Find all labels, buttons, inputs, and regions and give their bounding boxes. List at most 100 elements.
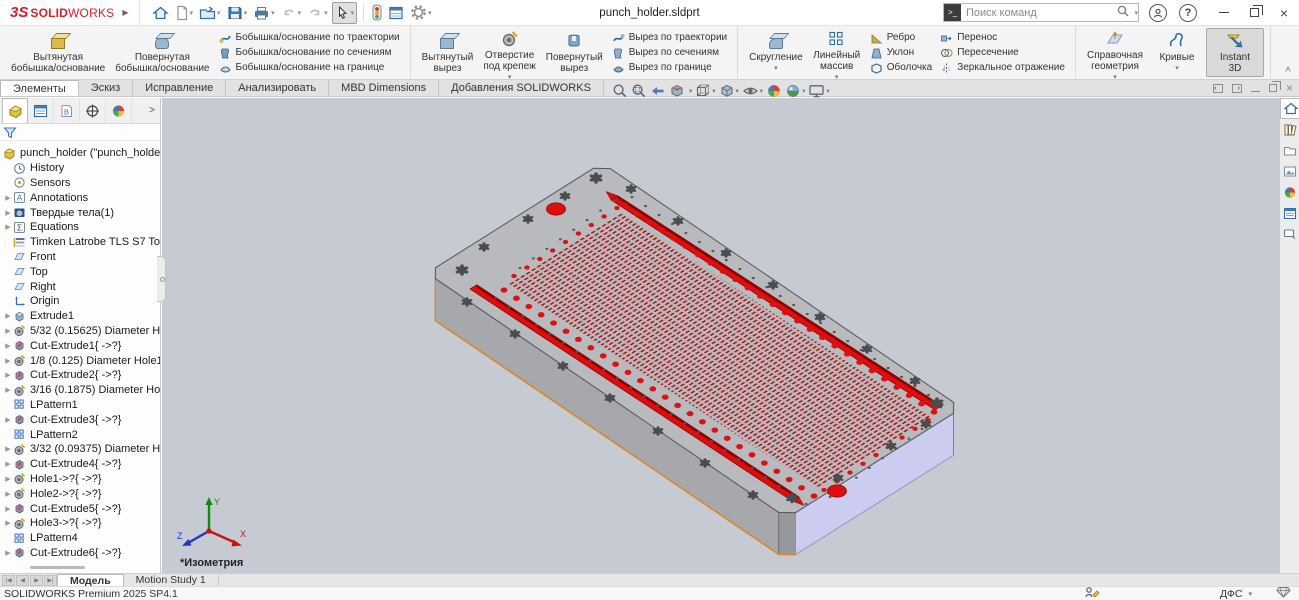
- tree-item-cut-extrude6[interactable]: ▶Cut-Extrude6{ ->?}: [0, 546, 160, 561]
- open-button[interactable]: ▾: [197, 2, 223, 24]
- expand-arrow[interactable]: ▶: [3, 357, 13, 365]
- extruded-cut-button[interactable]: Вытянутый вырез: [417, 28, 479, 77]
- featuremanager-tree-tab[interactable]: [2, 98, 28, 123]
- tree-item-right[interactable]: Right: [0, 279, 160, 294]
- tree-item-sensors[interactable]: Sensors: [0, 176, 160, 191]
- intersect-button[interactable]: Пересечение: [940, 45, 1065, 60]
- file-explorer-icon[interactable]: [1280, 140, 1299, 161]
- tab-scroll-buttons[interactable]: |◀ ◀ ▶ ▶|: [0, 574, 57, 586]
- tree-item-cut-extrude4[interactable]: ▶Cut-Extrude4{ ->?}: [0, 457, 160, 472]
- section-view-icon[interactable]: [669, 83, 685, 99]
- tree-item-equations[interactable]: ▶ΣEquations: [0, 220, 160, 235]
- tree-item-3-16-0-1875-diameter-hole1[interactable]: ▶3/16 (0.1875) Diameter Hole1->?{: [0, 383, 160, 398]
- expand-arrow[interactable]: ▶: [3, 549, 13, 557]
- model-tab[interactable]: Модель: [57, 574, 124, 586]
- expand-arrow[interactable]: ▶: [3, 327, 13, 335]
- move-button[interactable]: Перенос: [940, 30, 1065, 45]
- restore-button[interactable]: [1239, 1, 1269, 25]
- first-tab-button[interactable]: |◀: [2, 575, 15, 586]
- user-account-icon[interactable]: [1149, 4, 1167, 22]
- edit-appearance-icon[interactable]: [766, 83, 782, 99]
- swept-cut-button[interactable]: Вырез по траектории: [612, 30, 727, 45]
- section-dropdown-icon[interactable]: ▾: [688, 87, 692, 95]
- redo-button[interactable]: ▾: [305, 2, 330, 24]
- view-orientation-icon[interactable]: ▾: [695, 83, 715, 99]
- tree-item-lpattern2[interactable]: LPattern2: [0, 427, 160, 442]
- tree-item-3-32-0-09375-diameter-hole1[interactable]: ▶3/32 (0.09375) Diameter Hole1->?: [0, 442, 160, 457]
- save-button[interactable]: ▾: [225, 2, 250, 24]
- tab-evaluate[interactable]: Анализировать: [226, 80, 329, 96]
- minimize-button[interactable]: [1209, 1, 1239, 25]
- tree-item-hole1[interactable]: ▶Hole1->?{ ->?}: [0, 472, 160, 487]
- zoom-to-fit-icon[interactable]: [612, 83, 628, 99]
- tab-repair[interactable]: Исправление: [133, 80, 226, 96]
- boundary-cut-button[interactable]: Вырез по границе: [612, 60, 727, 75]
- linear-pattern-button[interactable]: Линейный массив ▾: [808, 28, 866, 77]
- expand-arrow[interactable]: ▶: [3, 519, 13, 527]
- forum-icon[interactable]: [1280, 224, 1299, 245]
- expand-arrow[interactable]: ▶: [3, 194, 13, 202]
- extruded-boss-button[interactable]: Вытянутая бобышка/основание: [6, 28, 110, 77]
- tree-item-hole3[interactable]: ▶Hole3->?{ ->?}: [0, 516, 160, 531]
- search-magnifier-icon[interactable]: [1116, 4, 1130, 21]
- tree-item-extrude1[interactable]: ▶Extrude1: [0, 309, 160, 324]
- expand-arrow[interactable]: ▶: [3, 371, 13, 379]
- display-settings-button[interactable]: [386, 2, 406, 24]
- tab-sketch[interactable]: Эскиз: [79, 80, 133, 96]
- home-button[interactable]: [150, 2, 171, 24]
- design-library-icon[interactable]: [1280, 119, 1299, 140]
- close-button[interactable]: ×: [1269, 1, 1299, 25]
- zoom-to-area-icon[interactable]: [631, 83, 647, 99]
- command-search-box[interactable]: >_ Поиск команд ▾: [943, 3, 1139, 22]
- doc-restore-icon[interactable]: [1269, 84, 1277, 92]
- custom-properties-icon[interactable]: [1280, 203, 1299, 224]
- fillet-button[interactable]: Скругление ▾: [744, 28, 808, 77]
- rib-button[interactable]: Ребро: [870, 30, 933, 45]
- previous-view-icon[interactable]: [650, 83, 666, 99]
- instant-3d-button[interactable]: Instant 3D: [1206, 28, 1264, 77]
- expand-arrow[interactable]: ▶: [3, 312, 13, 320]
- doc-close-icon[interactable]: ×: [1286, 82, 1293, 94]
- tab-solidworks-addins[interactable]: Добавления SOLIDWORKS: [439, 80, 604, 96]
- pane-left-icon[interactable]: [1213, 84, 1223, 93]
- tab-features[interactable]: Элементы: [0, 80, 79, 96]
- expand-arrow[interactable]: ▶: [3, 445, 13, 453]
- swept-boss-button[interactable]: Бобышка/основание по траектории: [219, 30, 400, 45]
- tree-item-cut-extrude2[interactable]: ▶Cut-Extrude2{ ->?}: [0, 368, 160, 383]
- tree-item-annotations[interactable]: ▶AAnnotations: [0, 190, 160, 205]
- tab-mbd-dimensions[interactable]: MBD Dimensions: [329, 80, 439, 96]
- expand-arrow[interactable]: ▶: [3, 505, 13, 513]
- configurationmanager-tab[interactable]: B: [54, 98, 80, 123]
- ribbon-collapse-chevron[interactable]: ^: [1285, 66, 1291, 77]
- displaymanager-tab[interactable]: [106, 98, 132, 123]
- last-tab-button[interactable]: ▶|: [44, 575, 57, 586]
- apply-scene-icon[interactable]: ▾: [785, 83, 805, 99]
- graphics-viewport[interactable]: Y X Z *Изометрия: [162, 98, 1279, 573]
- expand-arrow[interactable]: ▶: [3, 416, 13, 424]
- undo-button[interactable]: ▾: [279, 2, 304, 24]
- status-dropdown-icon[interactable]: ▾: [1248, 590, 1252, 598]
- search-dropdown-icon[interactable]: ▾: [1134, 9, 1138, 17]
- tree-item-top[interactable]: Top: [0, 264, 160, 279]
- tree-item-cut-extrude5[interactable]: ▶Cut-Extrude5{ ->?}: [0, 501, 160, 516]
- rebuild-traffic-light-button[interactable]: [370, 2, 384, 24]
- panel-tabs-overflow-chevron[interactable]: >: [144, 98, 160, 123]
- pane-right-icon[interactable]: [1232, 84, 1242, 93]
- expand-arrow[interactable]: ▶: [3, 490, 13, 498]
- propertymanager-tab[interactable]: [28, 98, 54, 123]
- hide-show-items-icon[interactable]: ▾: [742, 83, 763, 99]
- next-tab-button[interactable]: ▶: [30, 575, 43, 586]
- reference-geometry-button[interactable]: Справочная геометрия ▾: [1082, 28, 1148, 77]
- tree-root-part[interactable]: punch_holder ("punch_holder" Defau: [0, 146, 160, 161]
- tree-item-hole2[interactable]: ▶Hole2->?{ ->?}: [0, 486, 160, 501]
- expand-arrow[interactable]: ▶: [3, 209, 13, 217]
- lofted-boss-button[interactable]: Бобышка/основание по сечениям: [219, 45, 400, 60]
- dimxpertmanager-tab[interactable]: [80, 98, 106, 123]
- shell-button[interactable]: Оболочка: [870, 60, 933, 75]
- tree-item-1-8-0-125-diameter-hole1[interactable]: ▶1/8 (0.125) Diameter Hole1->?{ ->: [0, 353, 160, 368]
- panel-splitter-handle[interactable]: [157, 256, 166, 302]
- hole-wizard-button[interactable]: Отверстие под крепеж ▾: [478, 28, 540, 77]
- tree-item-5-32-0-15625-diameter-hole1[interactable]: ▶5/32 (0.15625) Diameter Hole1->?: [0, 324, 160, 339]
- tree-item-cut-extrude3[interactable]: ▶Cut-Extrude3{ ->?}: [0, 412, 160, 427]
- tree-filter-row[interactable]: [0, 124, 160, 141]
